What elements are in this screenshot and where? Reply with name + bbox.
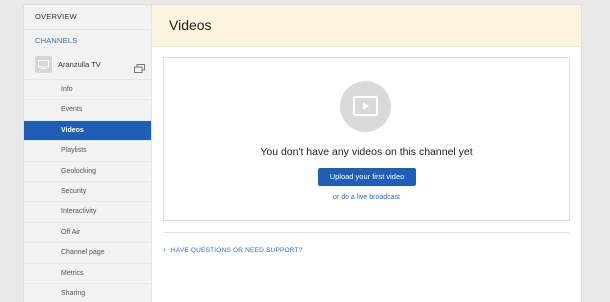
divider <box>163 232 570 233</box>
app-frame: OVERVIEW CHANNELS Aranzulla TV Info Even… <box>24 5 581 302</box>
sidebar-item-geolocking[interactable]: Geolocking <box>24 162 151 182</box>
support-row[interactable]: › HAVE QUESTIONS OR NEED SUPPORT? <box>163 245 303 254</box>
empty-state-message: You don't have any videos on this channe… <box>260 146 473 158</box>
sidebar-item-info[interactable]: Info <box>24 80 151 101</box>
main-content: Videos You don't have any videos on this… <box>152 5 581 302</box>
sidebar-item-events[interactable]: Events <box>24 100 151 121</box>
live-broadcast-link[interactable]: do a live broadcast <box>341 194 400 201</box>
page-header: Videos <box>152 5 581 47</box>
sidebar-item-metrics[interactable]: Metrics <box>24 264 151 284</box>
upload-first-video-button[interactable]: Upload your first video <box>318 168 416 186</box>
or-text: or <box>333 194 340 201</box>
support-link[interactable]: HAVE QUESTIONS OR NEED SUPPORT? <box>171 247 303 254</box>
sidebar-item-sharing[interactable]: Sharing <box>24 284 151 302</box>
video-play-icon <box>340 81 391 132</box>
sidebar-item-videos[interactable]: Videos <box>24 120 151 142</box>
sidebar: OVERVIEW CHANNELS Aranzulla TV Info Even… <box>24 5 152 302</box>
sidebar-overview[interactable]: OVERVIEW <box>24 5 151 30</box>
sidebar-item-interactivity[interactable]: Interactivity <box>24 202 151 223</box>
chevron-right-icon: › <box>163 245 166 254</box>
copy-icon[interactable] <box>134 60 145 73</box>
channel-name: Aranzulla TV <box>58 60 101 69</box>
sidebar-item-channel-page[interactable]: Channel page <box>24 243 151 264</box>
sidebar-channels-heading[interactable]: CHANNELS <box>24 30 151 52</box>
sidebar-channel-row[interactable]: Aranzulla TV <box>24 52 151 80</box>
empty-videos-panel: You don't have any videos on this channe… <box>163 57 570 221</box>
page-title: Videos <box>169 17 212 33</box>
tv-icon <box>35 56 52 73</box>
sidebar-menu: Info Events Videos Playlists Geolocking … <box>24 80 151 302</box>
sidebar-item-off-air[interactable]: Off Air <box>24 223 151 244</box>
live-broadcast-line: or do a live broadcast <box>164 194 569 201</box>
sidebar-item-security[interactable]: Security <box>24 182 151 203</box>
sidebar-item-playlists[interactable]: Playlists <box>24 141 151 162</box>
